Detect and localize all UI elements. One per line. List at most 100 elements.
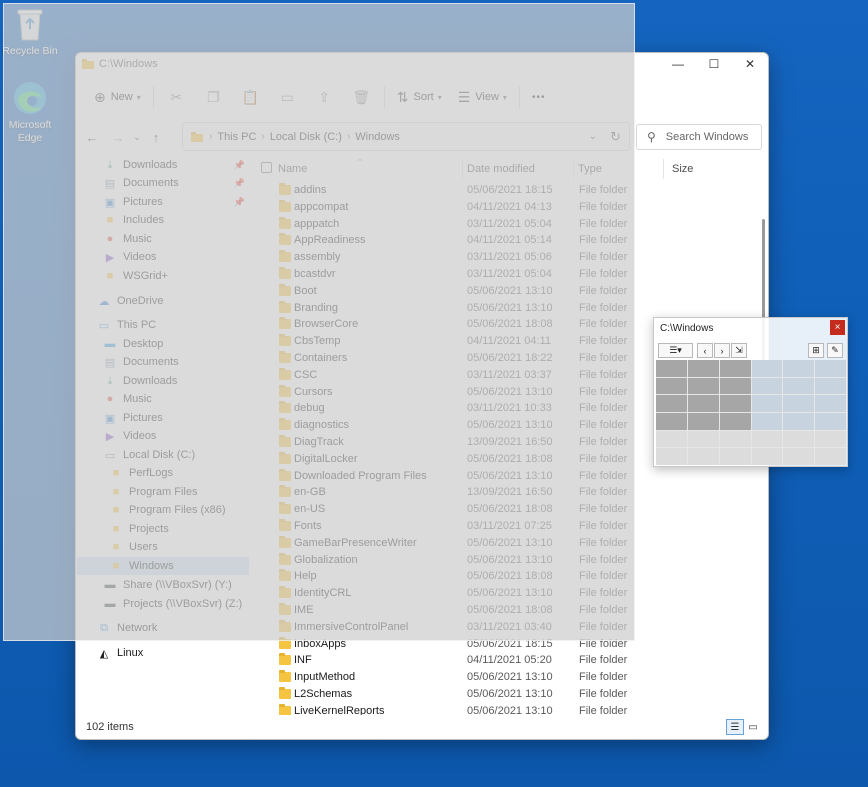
grid-cell[interactable] bbox=[656, 377, 687, 395]
file-row[interactable]: bcastdvr 03/11/2021 05:04 File folder bbox=[253, 266, 768, 283]
sidebar-item[interactable]: ■ PerfLogs bbox=[77, 464, 249, 482]
sort-button[interactable]: ⇅ Sort ▾ bbox=[389, 83, 450, 111]
column-size[interactable]: Size bbox=[672, 163, 693, 175]
grid-cell[interactable] bbox=[783, 377, 815, 395]
file-row[interactable]: AppReadiness 04/11/2021 05:14 File folder bbox=[253, 232, 768, 249]
sidebar-item[interactable]: ▶ Videos bbox=[77, 248, 249, 266]
file-row[interactable]: ImmersiveControlPanel 03/11/2021 03:40 Fil… bbox=[253, 619, 768, 636]
file-row[interactable]: en-GB 13/09/2021 16:50 File folder bbox=[253, 484, 768, 501]
chevron-left-icon[interactable]: ‹ bbox=[697, 343, 713, 358]
forward-arrow-icon[interactable]: → bbox=[105, 124, 131, 150]
sidebar-item[interactable]: ▤ Documents 📌 bbox=[77, 174, 249, 192]
sidebar-item[interactable]: ⧉ Network bbox=[77, 619, 249, 637]
sidebar-item[interactable]: ⤓ Downloads bbox=[77, 372, 249, 390]
address-bar[interactable]: › This PC › Local Disk (C:) › Windows ⌄ … bbox=[182, 122, 630, 151]
grid-cell[interactable] bbox=[751, 395, 783, 412]
file-row[interactable]: appcompat 04/11/2021 04:13 File folder bbox=[253, 199, 768, 216]
file-row[interactable]: Downloaded Program Files 05/06/2021 13:10… bbox=[253, 468, 768, 485]
grid-cell[interactable] bbox=[783, 448, 815, 465]
grid-cell[interactable] bbox=[719, 448, 751, 465]
menu-dropdown-icon[interactable]: ☰▾ bbox=[658, 343, 693, 358]
recent-chevron-icon[interactable]: ⌄ bbox=[131, 124, 143, 150]
grid-cell[interactable] bbox=[815, 448, 846, 465]
file-row[interactable]: Branding 05/06/2021 13:10 File folder bbox=[253, 300, 768, 317]
grid-cell[interactable] bbox=[751, 448, 783, 465]
sidebar-item[interactable]: ▶ Videos bbox=[77, 427, 249, 445]
new-button[interactable]: ⊕ New ▾ bbox=[86, 83, 149, 111]
file-row[interactable]: Help 05/06/2021 18:08 File folder bbox=[253, 568, 768, 585]
grid-cell[interactable] bbox=[719, 430, 751, 448]
file-row[interactable]: IME 05/06/2021 18:08 File folder bbox=[253, 602, 768, 619]
address-dropdown-icon[interactable]: ⌄ bbox=[589, 131, 597, 142]
column-type[interactable]: Type bbox=[578, 163, 602, 175]
sidebar-item[interactable]: ▣ Pictures bbox=[77, 409, 249, 427]
sidebar-item[interactable]: ■ Windows bbox=[77, 557, 249, 575]
sidebar-item[interactable]: ▤ Documents bbox=[77, 353, 249, 371]
file-row[interactable]: en-US 05/06/2021 18:08 File folder bbox=[253, 501, 768, 518]
resize-icon[interactable]: ⇲ bbox=[731, 343, 747, 358]
minimize-icon[interactable]: — bbox=[660, 53, 696, 75]
refresh-icon[interactable]: ↻ bbox=[610, 129, 621, 145]
file-row[interactable]: GameBarPresenceWriter 05/06/2021 13:10 Fil… bbox=[253, 535, 768, 552]
up-arrow-icon[interactable]: ↑ bbox=[143, 124, 169, 150]
grid-cell[interactable] bbox=[687, 360, 719, 377]
grid-cell[interactable] bbox=[783, 412, 815, 430]
grid-cell[interactable] bbox=[815, 395, 846, 412]
sidebar-item[interactable]: ■ Projects bbox=[77, 520, 249, 538]
sidebar-item[interactable]: ▬ Projects (\\VBoxSvr) (Z:) bbox=[77, 595, 249, 613]
grid-cell[interactable] bbox=[815, 430, 846, 448]
rename-icon[interactable]: ▭ bbox=[269, 83, 306, 111]
grid-cell[interactable] bbox=[687, 412, 719, 430]
column-name[interactable]: Name bbox=[278, 163, 307, 175]
file-row[interactable]: L2Schemas 05/06/2021 13:10 File folder bbox=[253, 686, 768, 703]
grid-cell[interactable] bbox=[751, 412, 783, 430]
edit-icon[interactable]: ✎ bbox=[827, 343, 843, 358]
grid-cell[interactable] bbox=[687, 448, 719, 465]
file-row[interactable]: InputMethod 05/06/2021 13:10 File folder bbox=[253, 669, 768, 686]
grid-cell[interactable] bbox=[815, 412, 846, 430]
sidebar-item[interactable]: ■ Includes bbox=[77, 211, 249, 229]
file-row[interactable]: Globalization 05/06/2021 13:10 File folder bbox=[253, 552, 768, 569]
sidebar-item[interactable]: ⤓ Downloads 📌 bbox=[77, 159, 249, 174]
delete-icon[interactable]: 🗑 bbox=[343, 83, 380, 111]
file-row[interactable]: IdentityCRL 05/06/2021 13:10 File folder bbox=[253, 585, 768, 602]
file-row[interactable]: Boot 05/06/2021 13:10 File folder bbox=[253, 283, 768, 300]
tiles-view-icon[interactable]: ▭ bbox=[744, 719, 762, 735]
search-input[interactable]: ⚲ Search Windows bbox=[636, 124, 762, 150]
breadcrumb-windows[interactable]: Windows bbox=[355, 131, 400, 143]
sidebar-item[interactable]: ▬ Share (\\VBoxSvr) (Y:) bbox=[77, 576, 249, 594]
breadcrumb-this-pc[interactable]: This PC bbox=[217, 131, 256, 143]
grid-cell[interactable] bbox=[783, 430, 815, 448]
breadcrumb-local-disk[interactable]: Local Disk (C:) bbox=[270, 131, 342, 143]
edge-shortcut[interactable]: Microsoft Edge bbox=[0, 80, 60, 145]
file-row[interactable]: InboxApps 05/06/2021 18:15 File folder bbox=[253, 636, 768, 653]
file-row[interactable]: apppatch 03/11/2021 05:04 File folder bbox=[253, 216, 768, 233]
grid-cell[interactable] bbox=[815, 360, 846, 377]
grid-cell[interactable] bbox=[687, 395, 719, 412]
layout-grid[interactable] bbox=[656, 360, 846, 465]
select-all-checkbox[interactable] bbox=[261, 162, 272, 173]
close-icon[interactable]: ✕ bbox=[732, 53, 768, 75]
grid-cell[interactable] bbox=[656, 395, 687, 412]
details-view-icon[interactable]: ☰ bbox=[726, 719, 744, 735]
sidebar-item[interactable]: ▣ Pictures 📌 bbox=[77, 193, 249, 211]
file-row[interactable]: LiveKernelReports 05/06/2021 13:10 File fo… bbox=[253, 703, 768, 715]
file-row[interactable]: addins 05/06/2021 18:15 File folder bbox=[253, 182, 768, 199]
grid-cell[interactable] bbox=[815, 377, 846, 395]
view-button[interactable]: ☰ View ▾ bbox=[450, 83, 515, 111]
maximize-icon[interactable]: ☐ bbox=[696, 53, 732, 75]
sidebar-item[interactable]: ◭ Linux bbox=[77, 644, 249, 662]
sidebar-item[interactable]: ■ Users bbox=[77, 538, 249, 556]
grid-cell[interactable] bbox=[751, 360, 783, 377]
grid-cell[interactable] bbox=[687, 377, 719, 395]
grid-cell[interactable] bbox=[751, 430, 783, 448]
sidebar-item[interactable]: ▭ This PC bbox=[77, 316, 249, 334]
share-icon[interactable]: ⇪ bbox=[306, 83, 343, 111]
grid-cell[interactable] bbox=[687, 430, 719, 448]
cut-icon[interactable]: ✂ bbox=[158, 83, 195, 111]
widget-close-button[interactable]: × bbox=[830, 320, 845, 335]
grid-cell[interactable] bbox=[783, 395, 815, 412]
chevron-right-icon[interactable]: › bbox=[714, 343, 730, 358]
grid-cell[interactable] bbox=[656, 360, 687, 377]
grid-cell[interactable] bbox=[719, 395, 751, 412]
